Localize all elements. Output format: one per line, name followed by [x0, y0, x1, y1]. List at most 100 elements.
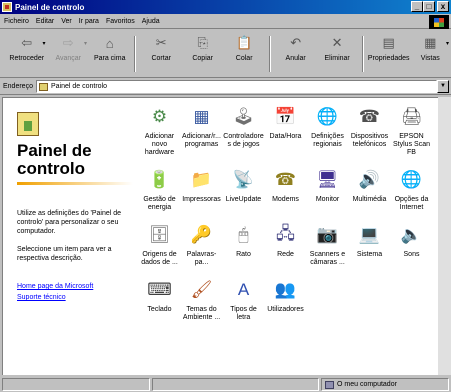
- copy-icon: ⎘: [197, 35, 208, 50]
- modem-icon: ☎: [274, 170, 297, 189]
- control-panel-item[interactable]: ▦ Adicionar/r... programas: [181, 104, 222, 157]
- control-panel-item[interactable]: 📁 Impressoras: [181, 167, 222, 212]
- control-panel-item[interactable]: 🖱 Rato: [223, 222, 264, 267]
- users-icon: 👥: [274, 280, 297, 299]
- control-panel-item[interactable]: 🖧 Rede: [265, 222, 306, 267]
- toolbar-button-4[interactable]: ⎘ Copiar: [182, 34, 223, 62]
- toolbar-button-8[interactable]: ▤ Propriedades: [368, 34, 410, 62]
- address-label: Endereço: [3, 83, 33, 90]
- toolbar-button-label: Retroceder: [9, 55, 45, 62]
- dropdown-arrow-icon[interactable]: ▾: [42, 40, 45, 47]
- control-panel-item[interactable]: 👥 Utilizadores: [265, 277, 306, 322]
- toolbar-button-label: Para cima: [93, 55, 126, 62]
- control-panel-item[interactable]: 🔈 Sons: [391, 222, 432, 267]
- control-panel-item[interactable]: 🔋 Gestão de energia: [139, 167, 180, 212]
- control-panel-item[interactable]: 🌐 Opções da Internet: [391, 167, 432, 212]
- toolbar-button-7[interactable]: ✕ Eliminar: [316, 34, 357, 62]
- menu-help[interactable]: Ajuda: [142, 18, 160, 25]
- control-panel-item[interactable]: ☎ Dispositivos telefónicos: [349, 104, 390, 157]
- link-microsoft-home[interactable]: Home page da Microsoft: [17, 283, 135, 290]
- menu-file[interactable]: Ficheiro: [4, 18, 29, 25]
- control-panel-item[interactable]: 🖌 Temas do Ambiente ...: [181, 277, 222, 322]
- minimize-button[interactable]: _: [411, 1, 423, 12]
- fonts-folder-icon: A: [237, 280, 250, 299]
- globe-icon: 🌐: [316, 107, 339, 126]
- toolbar-button-6[interactable]: ↶ Anular: [275, 34, 316, 62]
- control-panel-item[interactable]: 🌐 Definições regionais: [307, 104, 348, 157]
- keyboard-icon: ⌨: [147, 280, 172, 299]
- date-time-icon: 📅: [274, 107, 297, 126]
- address-bar: Endereço Painel de controlo ▼: [0, 79, 451, 95]
- vertical-scrollbar-track[interactable]: [438, 97, 451, 375]
- add-hardware-icon: ⚙: [151, 107, 168, 126]
- data-sources-icon: 🗄: [148, 225, 171, 244]
- toolbar-button-2[interactable]: ⌂ Para cima: [89, 34, 130, 63]
- control-panel-item[interactable]: ☎ Modems: [265, 167, 306, 212]
- control-panel-item-label: Opções da Internet: [394, 196, 429, 211]
- dropdown-arrow-icon[interactable]: ▾: [84, 40, 87, 47]
- dropdown-arrow-icon[interactable]: ▾: [446, 40, 449, 47]
- control-panel-item-label: Gestão de energia: [143, 196, 176, 211]
- printers-folder-icon: 📁: [190, 170, 213, 189]
- link-technical-support[interactable]: Suporte técnico: [17, 294, 135, 301]
- toolbar-button-0[interactable]: ⇦ Retroceder ▾: [6, 34, 47, 62]
- toolbar-button-label: Cortar: [151, 55, 171, 62]
- maximize-button[interactable]: □: [423, 1, 435, 12]
- menu-edit[interactable]: Editar: [36, 18, 54, 25]
- control-panel-item-label: Adicionar novo hardware: [144, 133, 175, 156]
- control-panel-item-label: Palavras-pa...: [186, 251, 217, 266]
- toolbar-button-1[interactable]: ⇨ Avançar ▾: [47, 34, 88, 62]
- up-folder-icon: ⌂: [105, 35, 114, 51]
- status-zone-label: O meu computador: [337, 381, 397, 388]
- address-field[interactable]: Painel de controlo ▼: [35, 80, 449, 93]
- address-dropdown-button[interactable]: ▼: [437, 80, 449, 93]
- panel-hint: Seleccione um item para ver a respectiva…: [17, 246, 112, 262]
- control-panel-item[interactable]: 🔑 Palavras-pa...: [181, 222, 222, 267]
- control-panel-item-label: Monitor: [315, 196, 340, 203]
- control-panel-large-icon: [17, 112, 39, 136]
- control-panel-item-label: Sons: [403, 251, 420, 258]
- toolbar-button-3[interactable]: ✂ Cortar: [140, 34, 181, 62]
- internet-options-icon: 🌐: [400, 170, 423, 189]
- control-panel-small-icon: [38, 82, 48, 91]
- control-panel-item[interactable]: 📡 LiveUpdate: [223, 167, 264, 212]
- control-panel-item-label: Teclado: [147, 306, 172, 313]
- close-button[interactable]: x: [437, 1, 449, 12]
- delete-icon: ✕: [331, 35, 343, 50]
- control-panel-item[interactable]: 💻 Sistema: [349, 222, 390, 267]
- control-panel-item[interactable]: A Tipos de letra: [223, 277, 264, 322]
- control-panel-item[interactable]: 🗄 Origens de dados de ...: [139, 222, 180, 267]
- forward-arrow-icon: ⇨: [62, 35, 74, 50]
- title-underline: [17, 182, 133, 185]
- properties-icon: ▤: [382, 35, 395, 50]
- scanners-cameras-icon: 📷: [316, 225, 339, 244]
- menu-view[interactable]: Ver: [61, 18, 72, 25]
- control-panel-item[interactable]: 🕹 Controladores de jogos: [223, 104, 264, 157]
- control-panel-item-label: Adicionar/r... programas: [182, 133, 221, 148]
- toolbar-separator: [134, 36, 137, 72]
- control-panel-item[interactable]: ⚙ Adicionar novo hardware: [139, 104, 180, 157]
- menu-bar: Ficheiro Editar Ver Ir para Favoritos Aj…: [0, 15, 451, 29]
- undo-icon: ↶: [290, 35, 302, 50]
- sounds-icon: 🔈: [400, 225, 423, 244]
- toolbar-button-label: Vistas: [420, 55, 440, 62]
- telephony-icon: ☎: [358, 107, 381, 126]
- power-management-icon: 🔋: [148, 170, 171, 189]
- control-panel-item[interactable]: 🖨 EPSON Stylus Scan FB: [391, 104, 432, 157]
- toolbar-button-5[interactable]: 📋 Colar: [223, 34, 264, 62]
- control-panel-item[interactable]: 📷 Scanners e câmaras ...: [307, 222, 348, 267]
- folder-view: Painel de controlo Utilize as definições…: [2, 97, 438, 375]
- menu-go[interactable]: Ir para: [79, 18, 99, 25]
- control-panel-item[interactable]: 🖥 Monitor: [307, 167, 348, 212]
- control-panel-item-label: Dispositivos telefónicos: [350, 133, 389, 148]
- control-panel-item[interactable]: 🔊 Multimédia: [349, 167, 390, 212]
- menu-favorites[interactable]: Favoritos: [106, 18, 135, 25]
- toolbar-button-label: Avançar: [55, 55, 81, 62]
- toolbar-separator: [361, 36, 364, 72]
- control-panel-item[interactable]: ⌨ Teclado: [139, 277, 180, 322]
- toolbar-button-9[interactable]: ▦ Vistas ▾: [410, 34, 451, 62]
- cut-icon: ✂: [155, 35, 167, 50]
- control-panel-item[interactable]: 📅 Data/Hora: [265, 104, 306, 157]
- mouse-icon: 🖱: [238, 225, 249, 244]
- web-view-panel: Painel de controlo Utilize as definições…: [17, 112, 135, 305]
